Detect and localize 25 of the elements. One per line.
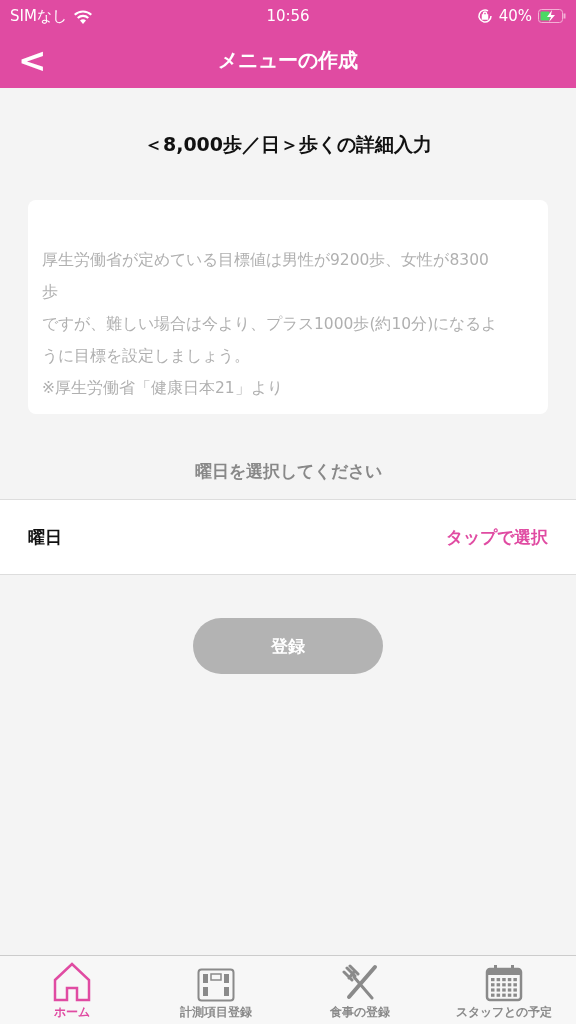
tab[interactable]: 食事の登録 [288,956,432,1024]
scale-icon [197,968,235,1002]
tab[interactable]: スタッフとの予定 [432,956,576,1024]
back-button[interactable]: < [10,42,55,78]
select-link[interactable]: タップで選択 [446,525,548,549]
rotation-lock-icon [476,8,493,24]
note-text: ですが、難しい場合は今より、プラス1000歩(約10分)になるよ [42,314,499,335]
row-label: 曜日 [28,525,62,549]
wifi-icon [72,8,93,24]
clock-text: 10:56 [266,7,310,25]
prompt-text: 曜日を選択してください [193,460,383,483]
note-text: 歩 [42,282,59,303]
calendar-icon [485,964,523,1002]
battery-charging-icon [538,9,566,23]
note-text: 厚生労働省が定めている目標値は男性が9200歩、女性が8300 [42,250,490,271]
battery-percent: 40% [498,7,532,25]
note-text: ※厚生労働省「健康日本21」より [42,378,284,399]
page-heading: ＜8,000歩／日＞歩くの詳細入力 [142,132,434,157]
screen-title: メニューの作成 [218,46,358,74]
tab[interactable]: ホーム [0,956,144,1024]
home-icon [52,962,92,1002]
carrier-text: SIMなし [10,6,67,26]
fork-knife-icon [341,964,379,1002]
note-text: うに目標を設定しましょう。 [42,346,251,367]
tab[interactable]: 計測項目登録 [144,956,288,1024]
